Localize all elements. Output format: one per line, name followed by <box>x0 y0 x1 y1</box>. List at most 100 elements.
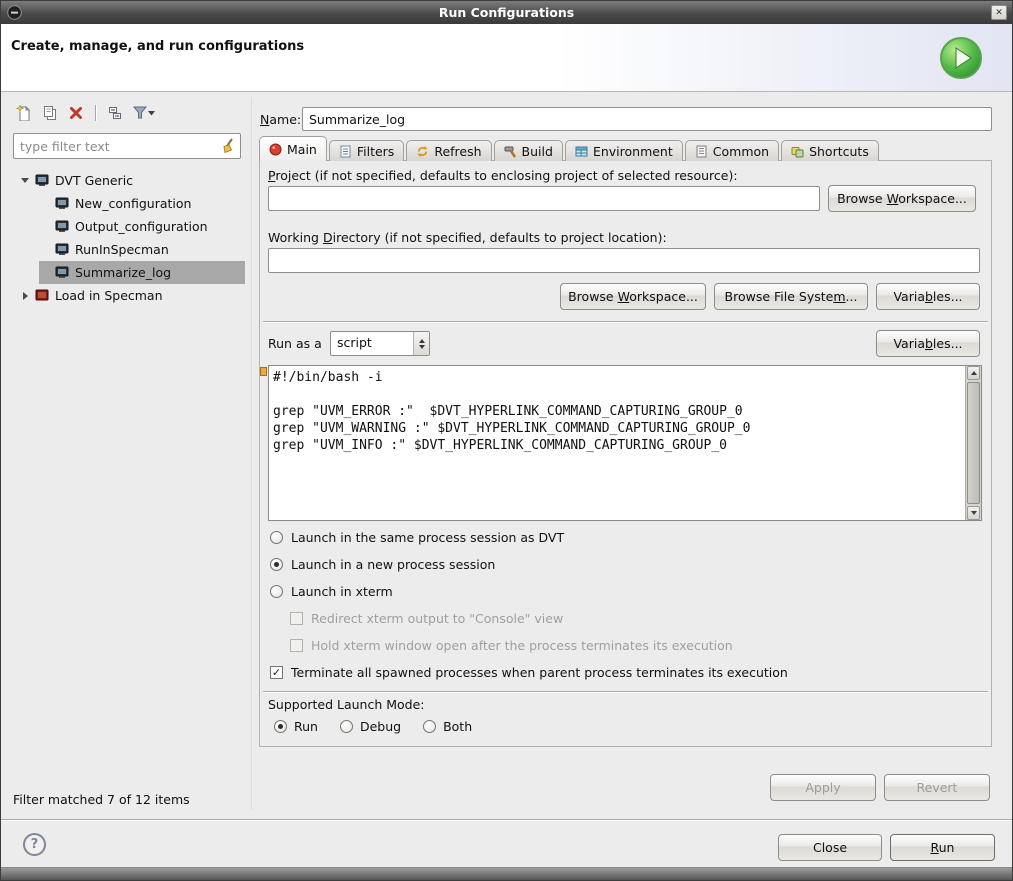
checkbox-icon <box>290 612 303 625</box>
tree-item-label: Load in Specman <box>55 288 163 303</box>
checkbox-terminate-spawned[interactable]: ✓ Terminate all spawned processes when p… <box>270 664 788 680</box>
working-directory-input[interactable] <box>268 248 980 273</box>
variables-button-script[interactable]: Variables... <box>876 330 980 357</box>
config-icon <box>55 197 69 210</box>
shortcuts-tab-icon <box>791 145 804 158</box>
radio-mode-debug[interactable]: Debug <box>340 719 401 734</box>
collapse-all-button[interactable] <box>104 102 126 124</box>
name-input[interactable] <box>302 107 992 131</box>
environment-tab-icon <box>575 145 588 158</box>
variables-button-workdir[interactable]: Variables... <box>876 283 980 310</box>
radio-launch-same-session[interactable]: Launch in the same process session as DV… <box>270 529 564 545</box>
tab-build[interactable]: Build <box>494 140 563 161</box>
expander-closed-icon[interactable] <box>17 288 33 304</box>
dialog-subtitle: Create, manage, and run configurations <box>11 39 304 54</box>
tree-item-label: RunInSpecman <box>75 242 169 257</box>
combo-spinner-icon[interactable] <box>413 332 429 355</box>
run-as-label: Run as a <box>268 336 322 351</box>
config-icon <box>55 266 69 279</box>
close-button[interactable]: Close <box>778 834 882 861</box>
configuration-tree: DVT Generic New_configuration Output_con… <box>11 169 245 307</box>
browse-workspace-button-workdir[interactable]: Browse Workspace... <box>560 283 706 310</box>
toolbar-separator <box>95 105 96 121</box>
config-type-icon <box>35 174 49 187</box>
common-tab-icon <box>695 145 708 158</box>
tree-item-label: New_configuration <box>75 196 191 211</box>
tree-item-runinspecman[interactable]: RunInSpecman <box>11 238 245 261</box>
expander-open-icon[interactable] <box>17 173 33 189</box>
scroll-thumb[interactable] <box>967 382 980 504</box>
run-as-combo[interactable]: script <box>330 331 430 356</box>
tree-item-dvt-generic[interactable]: DVT Generic <box>11 169 245 192</box>
window-close-button[interactable]: ✕ <box>991 5 1007 20</box>
tree-item-output-configuration[interactable]: Output_configuration <box>11 215 245 238</box>
footer-separator <box>1 819 1012 821</box>
radio-checked-icon <box>270 558 283 571</box>
name-label: Name: <box>260 112 301 127</box>
section-separator <box>263 321 988 323</box>
radio-launch-xterm[interactable]: Launch in xterm <box>270 583 393 599</box>
radio-icon <box>423 720 436 733</box>
new-configuration-icon <box>16 105 32 121</box>
radio-icon <box>270 531 283 544</box>
working-directory-label: Working Directory (if not specified, def… <box>268 230 667 245</box>
run-button[interactable]: Run <box>890 834 995 861</box>
section-separator <box>263 691 988 693</box>
new-configuration-button[interactable] <box>13 102 35 124</box>
help-button[interactable]: ? <box>23 833 46 856</box>
filter-options-button[interactable] <box>130 102 160 124</box>
project-input[interactable] <box>268 186 820 211</box>
filter-input[interactable] <box>13 133 241 159</box>
radio-mode-run[interactable]: Run <box>274 719 318 734</box>
checkbox-icon <box>290 639 303 652</box>
titlebar[interactable]: Run Configurations ✕ <box>1 1 1012 24</box>
radio-mode-both[interactable]: Both <box>423 719 472 734</box>
tree-item-label: DVT Generic <box>55 173 133 188</box>
filter-status-text: Filter matched 7 of 12 items <box>13 792 190 807</box>
apply-button: Apply <box>770 774 876 801</box>
tree-item-label: Output_configuration <box>75 219 208 234</box>
script-annotation-marker-icon <box>260 367 267 376</box>
browse-workspace-button-project[interactable]: Browse Workspace... <box>828 185 976 212</box>
filter-icon <box>133 105 157 121</box>
config-icon <box>55 220 69 233</box>
tab-common[interactable]: Common <box>685 140 779 161</box>
collapse-all-icon <box>107 105 123 121</box>
run-as-value: script <box>331 332 413 355</box>
launch-mode-options: Run Debug Both <box>274 719 472 734</box>
main-tab-icon <box>269 143 282 156</box>
tab-filters[interactable]: Filters <box>329 140 404 161</box>
script-scrollbar[interactable] <box>965 366 981 520</box>
script-editor[interactable]: #!/bin/bash -i grep "UVM_ERROR :" $DVT_H… <box>268 365 982 521</box>
radio-checked-icon <box>274 720 287 733</box>
scroll-up-button[interactable] <box>967 366 980 380</box>
tab-main[interactable]: Main <box>259 136 327 161</box>
tree-item-new-configuration[interactable]: New_configuration <box>11 192 245 215</box>
checkbox-checked-icon: ✓ <box>270 666 283 679</box>
browse-file-system-button[interactable]: Browse File System... <box>714 283 868 310</box>
radio-launch-new-session[interactable]: Launch in a new process session <box>270 556 495 572</box>
duplicate-configuration-button[interactable] <box>39 102 61 124</box>
script-text[interactable]: #!/bin/bash -i grep "UVM_ERROR :" $DVT_H… <box>273 369 963 518</box>
panel-sash[interactable] <box>251 97 252 810</box>
checkbox-hold-xterm-open: Hold xterm window open after the process… <box>290 637 733 653</box>
build-tab-icon <box>504 145 517 158</box>
tab-shortcuts[interactable]: Shortcuts <box>781 140 879 161</box>
tree-item-load-in-specman[interactable]: Load in Specman <box>11 284 245 307</box>
checkbox-redirect-xterm-output: Redirect xterm output to "Console" view <box>290 610 563 626</box>
filter-field-wrapper <box>13 133 241 159</box>
main-tab-content: Project (if not specified, defaults to e… <box>259 160 992 747</box>
tab-environment[interactable]: Environment <box>565 140 683 161</box>
filters-tab-icon <box>339 145 352 158</box>
radio-icon <box>340 720 353 733</box>
clear-filter-icon[interactable] <box>221 138 237 157</box>
radio-icon <box>270 585 283 598</box>
close-icon: ✕ <box>995 8 1003 18</box>
revert-button: Revert <box>884 774 990 801</box>
duplicate-icon <box>42 105 58 121</box>
configurations-toolbar <box>13 101 160 125</box>
tree-item-summarize-log[interactable]: Summarize_log <box>11 261 245 284</box>
tab-refresh[interactable]: Refresh <box>406 140 491 161</box>
scroll-down-button[interactable] <box>967 506 980 520</box>
delete-configuration-button[interactable] <box>65 102 87 124</box>
